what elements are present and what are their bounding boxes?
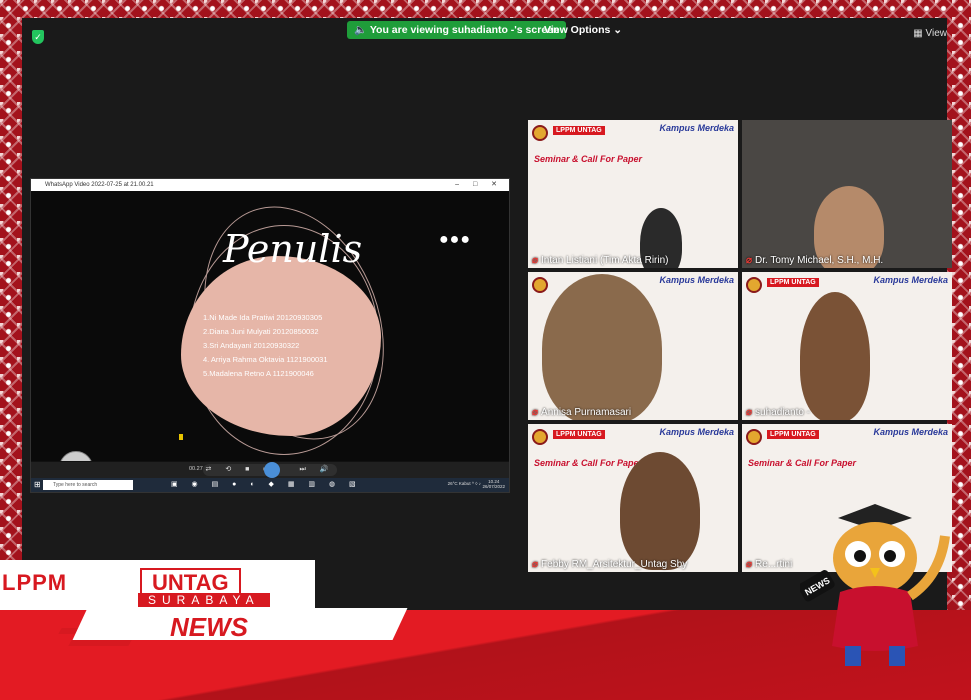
untag-crest-icon	[746, 277, 762, 293]
shared-screen: WhatsApp Video 2022-07-25 at 21.00.21 – …	[30, 178, 510, 493]
kampus-merdeka-logo: Kampus Merdeka	[659, 275, 734, 285]
participant-name: ⌀ Intan Listiani (Tim Akta Ririn)	[532, 255, 668, 266]
lppm-chip: LPPM UNTAG	[553, 126, 605, 135]
windows-start-icon[interactable]: ⊞	[34, 480, 41, 489]
grid-icon: ▦	[913, 28, 923, 39]
participant-tile[interactable]: Kampus Merdeka ⌀ Annisa Purnamasari	[528, 272, 738, 420]
kampus-merdeka-logo: Kampus Merdeka	[659, 427, 734, 437]
seminar-title: Seminar & Call For Paper	[534, 154, 643, 164]
view-options-label: View Options	[544, 24, 611, 36]
untag-crest-icon	[532, 277, 548, 293]
participant-name-text: Annisa Purnamasari	[541, 407, 632, 418]
participant-name: ⌀ suhadianto -	[746, 407, 810, 418]
untag-crest-icon	[532, 429, 548, 445]
slide-title: Penulis	[223, 227, 363, 271]
view-button[interactable]: ▦ View	[913, 28, 947, 39]
mic-muted-icon: ⌀	[746, 255, 753, 266]
lppm-chip: LPPM UNTAG	[553, 430, 605, 439]
participant-tile[interactable]: ⌀ Dr. Tomy Michael, S.H., M.H.	[742, 120, 952, 268]
participant-tile[interactable]: LPPM UNTAG Kampus Merdeka ⌀ suhadianto -	[742, 272, 952, 420]
viewing-banner: 🔈 You are viewing suhadianto -'s screen	[347, 21, 567, 39]
participant-tile[interactable]: LPPM UNTAG Kampus Merdeka Seminar & Call…	[528, 424, 738, 572]
media-player-controls: 00.27 ⇄ ⟲ ■ ⏮ ⏭ 🔊	[31, 462, 509, 478]
owl-pupil-left	[854, 550, 866, 562]
participant-name-text: suhadianto -	[755, 407, 811, 418]
taskbar-search[interactable]: Type here to search	[43, 480, 133, 490]
player-time: 00.27	[189, 466, 203, 472]
participant-tile[interactable]: LPPM UNTAG Kampus Merdeka Seminar & Call…	[528, 120, 738, 268]
chevron-down-icon: ⌄	[613, 24, 623, 36]
tray-weather: 26°C Kabut	[447, 481, 471, 486]
clock-date: 26/07/2022	[482, 484, 505, 489]
windows-taskbar: ⊞ Type here to search ▣ ◉ ▤ ● ◐ ◆ ▦ ▥ ◍ …	[31, 478, 509, 492]
participant-video	[620, 452, 700, 570]
participant-name-text: Intan Listiani (Tim Akta Ririn)	[541, 255, 669, 266]
banner-logo-box: LPPM UNTAG SURABAYA	[0, 560, 315, 610]
untag-crest-icon	[746, 429, 762, 445]
lppm-logo-text: LPPM	[2, 570, 68, 595]
author-item: 5.Madalena Retno A 1121900046	[203, 369, 314, 378]
participant-name: ⌀ Dr. Tomy Michael, S.H., M.H.	[746, 255, 883, 266]
viewing-banner-text: You are viewing suhadianto -'s screen	[369, 24, 560, 36]
taskbar-app-icons[interactable]: ▣ ◉ ▤ ● ◐ ◆ ▦ ▥ ◍ ▧	[171, 480, 362, 488]
mouse-cursor-icon	[179, 434, 183, 440]
video-window-titlebar: WhatsApp Video 2022-07-25 at 21.00.21 – …	[31, 179, 509, 191]
surabaya-text: SURABAYA	[138, 593, 270, 607]
owl-head	[833, 522, 917, 594]
lppm-chip: LPPM UNTAG	[767, 278, 819, 287]
seminar-title: Seminar & Call For Paper	[748, 458, 857, 468]
owl-leg-left	[845, 646, 861, 666]
mic-muted-icon: ⌀	[532, 255, 539, 266]
author-item: 1.Ni Made Ida Pratiwi 20120930305	[203, 313, 323, 322]
author-item: 4. Arriya Rahma Oktavia 1121900031	[203, 355, 328, 364]
self-view-thumbnail	[59, 451, 93, 461]
presentation-slide: Penulis ●●● 1.Ni Made Ida Pratiwi 201209…	[31, 191, 509, 461]
system-tray: 26°C Kabut ^ ◊ ♪	[447, 481, 481, 486]
author-item: 2.Diana Juni Mulyati 20120850032	[203, 327, 319, 336]
view-options-button[interactable]: View Options ⌄	[544, 21, 622, 39]
microphone-icon: NEWS	[800, 570, 835, 602]
window-title: WhatsApp Video 2022-07-25 at 21.00.21	[45, 182, 154, 188]
news-label: NEWS	[170, 612, 248, 642]
author-list: 1.Ni Made Ida Pratiwi 20120930305 2.Dian…	[203, 311, 328, 381]
more-dots-icon: ●●●	[439, 231, 471, 248]
participant-name: ⌀ Annisa Purnamasari	[532, 407, 631, 418]
owl-leg-right	[889, 646, 905, 666]
kampus-merdeka-logo: Kampus Merdeka	[873, 427, 948, 437]
taskbar-search-text: Type here to search	[53, 482, 98, 488]
mic-muted-icon: ⌀	[746, 407, 753, 418]
taskbar-clock: 10.24 26/07/2022	[482, 479, 505, 489]
untag-crest-icon	[532, 125, 548, 141]
owl-jacket	[832, 586, 918, 651]
mic-muted-icon: ⌀	[532, 407, 539, 418]
owl-mascot-icon: NEWS	[800, 504, 950, 666]
pause-button[interactable]	[264, 462, 280, 478]
shield-icon[interactable]: ✓	[32, 30, 44, 44]
kampus-merdeka-logo: Kampus Merdeka	[659, 123, 734, 133]
participant-video	[800, 292, 870, 420]
owl-pupil-right	[884, 550, 896, 562]
lppm-chip: LPPM UNTAG	[767, 430, 819, 439]
participant-video	[542, 274, 662, 420]
participant-name-text: Dr. Tomy Michael, S.H., M.H.	[755, 255, 884, 266]
view-button-label: View	[925, 28, 948, 39]
speed-stripe	[68, 640, 132, 646]
kampus-merdeka-logo: Kampus Merdeka	[873, 275, 948, 285]
seminar-title: Seminar & Call For Paper	[534, 458, 643, 468]
window-controls[interactable]: – □ ✕	[455, 179, 503, 191]
author-item: 3.Sri Andayani 20120930322	[203, 341, 300, 350]
